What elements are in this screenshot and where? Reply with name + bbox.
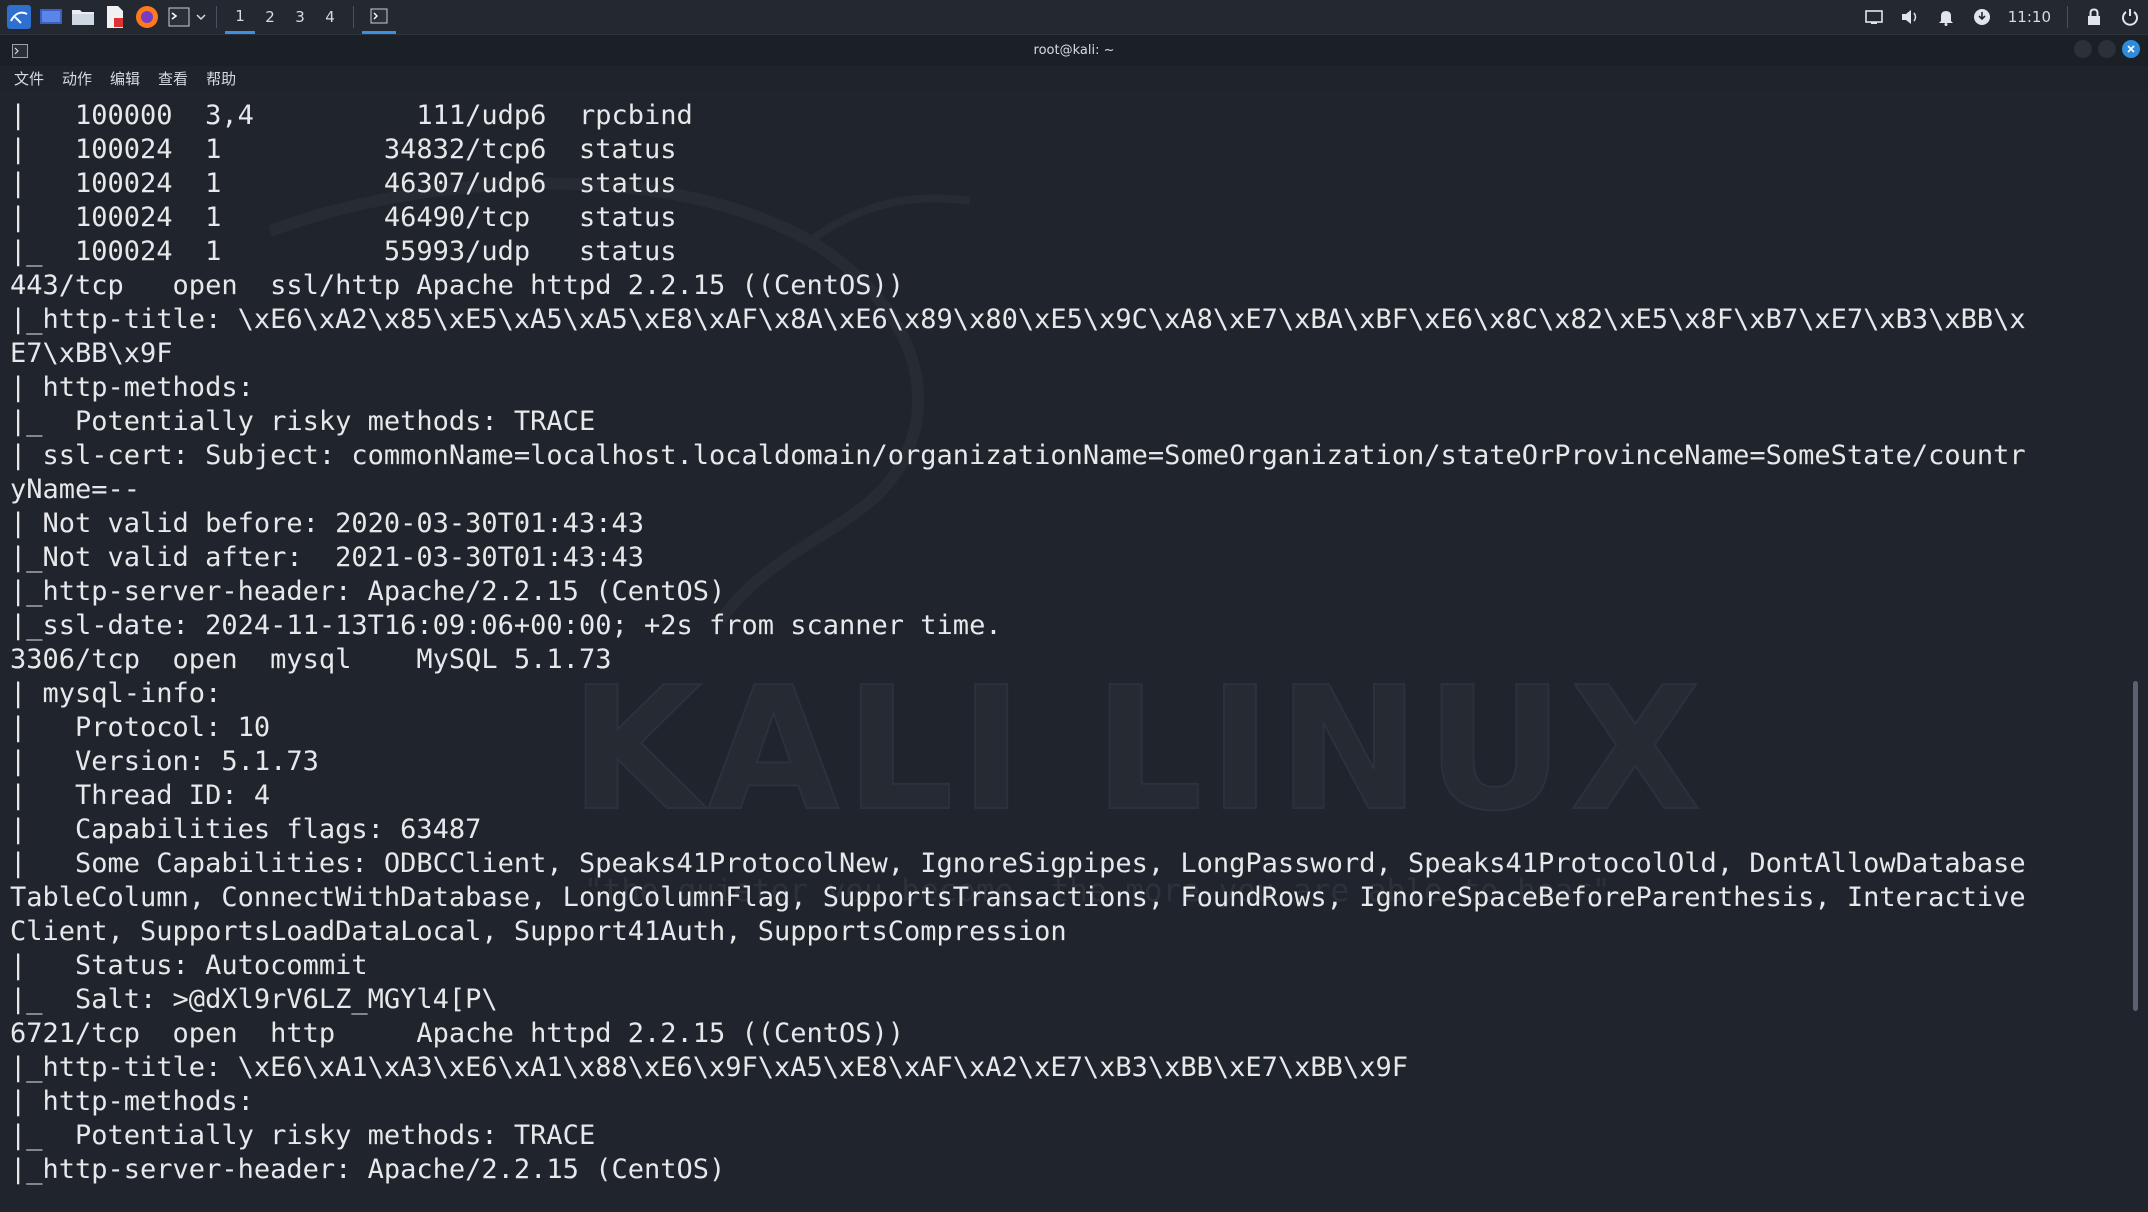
window-app-icon[interactable]: [12, 43, 28, 58]
terminal-line: | 100000 3,4 111/udp6 rpcbind: [10, 100, 693, 131]
notification-bell-icon[interactable]: [1935, 6, 1957, 28]
terminal-line: |_Not valid after: 2021-03-30T01:43:43: [10, 542, 644, 573]
close-icon: [2127, 45, 2135, 53]
power-icon[interactable]: [2119, 6, 2141, 28]
terminal-line: 6721/tcp open http Apache httpd 2.2.15 (…: [10, 1018, 905, 1049]
minimize-button[interactable]: [2074, 40, 2092, 58]
desktop-icon[interactable]: [38, 4, 64, 30]
terminal-line: | http-methods:: [10, 1086, 271, 1117]
terminal-line: Client, SupportsLoadDataLocal, Support41…: [10, 916, 1067, 947]
menu-file[interactable]: 文件: [14, 68, 44, 89]
terminal-line: | Thread ID: 4: [10, 780, 271, 811]
menu-help[interactable]: 帮助: [206, 68, 236, 89]
terminal-line: | Some Capabilities: ODBCClient, Speaks4…: [10, 848, 2026, 879]
terminal-lines: | 100000 3,4 111/udp6 rpcbind | 100024 1 …: [10, 99, 2026, 1187]
kali-menu-icon[interactable]: [6, 4, 32, 30]
panel-separator: [2067, 6, 2068, 28]
terminal-line: | Status: Autocommit: [10, 950, 368, 981]
text-editor-icon[interactable]: [102, 4, 128, 30]
menu-actions[interactable]: 动作: [62, 68, 92, 89]
terminal-line: |_ Potentially risky methods: TRACE: [10, 1120, 596, 1151]
terminal-window: root@kali: ~ 文件 动作 编辑 查看 帮助 KALI LINUX "…: [0, 35, 2148, 1212]
terminal-line: yName=--: [10, 474, 141, 505]
close-button[interactable]: [2122, 40, 2140, 58]
terminal-line: |_http-title: \xE6\xA1\xA3\xE6\xA1\x88\x…: [10, 1052, 1408, 1083]
terminal-line: |_http-server-header: Apache/2.2.15 (Cen…: [10, 1154, 726, 1185]
terminal-line: | Version: 5.1.73: [10, 746, 319, 777]
terminal-line: E7\xBB\x9F: [10, 338, 173, 369]
terminal-line: |_ Salt: >@dXl9rV6LZ_MGYl4[P\: [10, 984, 498, 1015]
menu-edit[interactable]: 编辑: [110, 68, 140, 89]
panel-tray: 11:10: [1856, 0, 2148, 34]
menu-view[interactable]: 查看: [158, 68, 188, 89]
terminal-line: 3306/tcp open mysql MySQL 5.1.73: [10, 644, 612, 675]
workspace-1[interactable]: 1: [225, 0, 255, 34]
firefox-icon[interactable]: [134, 4, 160, 30]
terminal-icon[interactable]: [166, 4, 192, 30]
terminal-line: | Not valid before: 2020-03-30T01:43:43: [10, 508, 644, 539]
menu-bar: 文件 动作 编辑 查看 帮助: [0, 66, 2148, 91]
maximize-button[interactable]: [2098, 40, 2116, 58]
terminal-line: | 100024 1 34832/tcp6 status: [10, 134, 677, 165]
window-controls: [2068, 40, 2140, 58]
panel-separator: [216, 6, 217, 28]
terminal-line: |_http-server-header: Apache/2.2.15 (Cen…: [10, 576, 726, 607]
display-icon[interactable]: [1863, 6, 1885, 28]
terminal-task-icon: [370, 8, 388, 23]
terminal-line: | ssl-cert: Subject: commonName=localhos…: [10, 440, 2026, 471]
file-manager-icon[interactable]: [70, 4, 96, 30]
terminal-line: | Protocol: 10: [10, 712, 271, 743]
terminal-scrollbar[interactable]: [2133, 681, 2138, 1011]
terminal-line: |_http-title: \xE6\xA2\x85\xE5\xA5\xA5\x…: [10, 304, 2026, 335]
terminal-line: | 100024 1 46307/udp6 status: [10, 168, 677, 199]
window-titlebar[interactable]: root@kali: ~: [0, 35, 2148, 66]
top-panel: 1 2 3 4 11:10: [0, 0, 2148, 35]
terminal-line: |_ 100024 1 55993/udp status: [10, 236, 677, 267]
workspace-3[interactable]: 3: [285, 0, 315, 34]
workspace-2[interactable]: 2: [255, 0, 285, 34]
volume-icon[interactable]: [1899, 6, 1921, 28]
panel-launchers: 1 2 3 4: [0, 0, 396, 34]
window-title: root@kali: ~: [1033, 43, 1115, 58]
terminal-line: | Capabilities flags: 63487: [10, 814, 482, 845]
terminal-line: | mysql-info:: [10, 678, 238, 709]
terminal-line: 443/tcp open ssl/http Apache httpd 2.2.1…: [10, 270, 905, 301]
workspace-4[interactable]: 4: [315, 0, 345, 34]
terminal-line: TableColumn, ConnectWithDatabase, LongCo…: [10, 882, 2026, 913]
clock[interactable]: 11:10: [2008, 8, 2051, 26]
terminal-line: | 100024 1 46490/tcp status: [10, 202, 677, 233]
dropdown-chevron-icon[interactable]: [194, 4, 208, 30]
terminal-line: | http-methods:: [10, 372, 271, 403]
terminal-task-button[interactable]: [362, 0, 396, 34]
panel-separator: [353, 6, 354, 28]
network-icon[interactable]: [1971, 6, 1993, 28]
terminal-line: |_ssl-date: 2024-11-13T16:09:06+00:00; +…: [10, 610, 1002, 641]
lock-icon[interactable]: [2083, 6, 2105, 28]
terminal-line: |_ Potentially risky methods: TRACE: [10, 406, 596, 437]
terminal-output[interactable]: KALI LINUX "the quieter you become, the …: [0, 91, 2148, 1212]
